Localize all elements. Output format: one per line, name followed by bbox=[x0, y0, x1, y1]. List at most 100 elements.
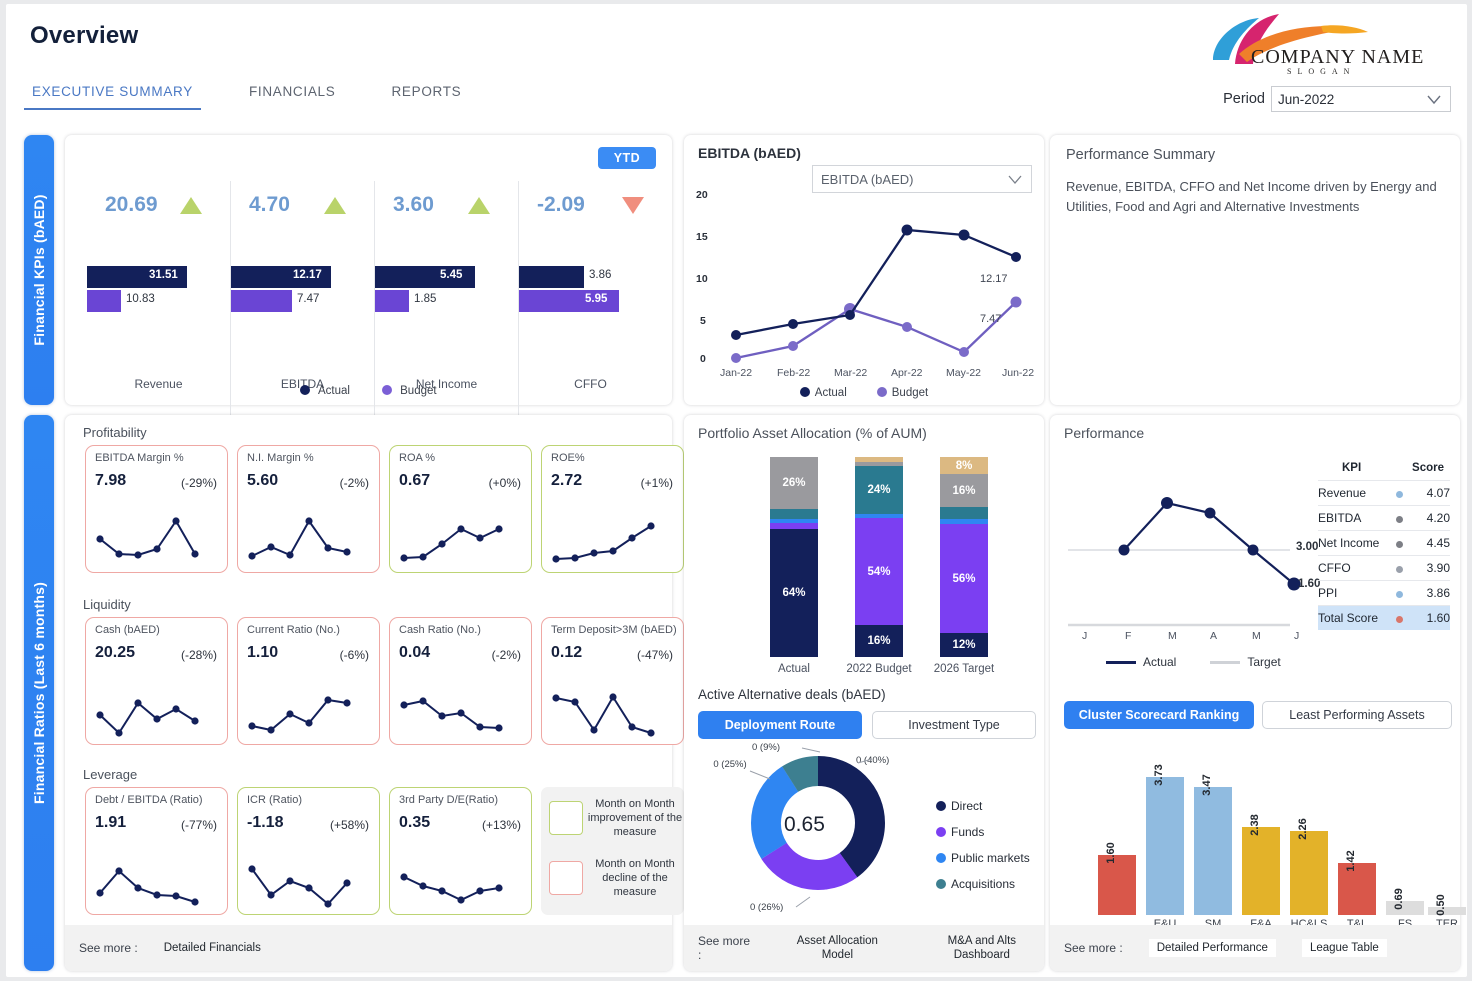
footer-right: See more : Detailed Performance League T… bbox=[1050, 925, 1460, 971]
row-kpi: Net Income bbox=[1318, 536, 1380, 550]
score-dot-icon bbox=[1395, 566, 1403, 573]
tile-delta: (+1%) bbox=[640, 476, 673, 490]
performance-summary-card: Performance Summary Revenue, EBITDA, CFF… bbox=[1050, 135, 1460, 405]
tile-value: 0.04 bbox=[399, 644, 431, 661]
alt-deals-title: Active Alternative deals (bAED) bbox=[698, 687, 886, 702]
sparkline bbox=[400, 873, 503, 904]
trend-up-icon bbox=[324, 197, 346, 214]
table-row[interactable]: Revenue 4.07 bbox=[1318, 480, 1450, 505]
row-score: 3.90 bbox=[1426, 561, 1450, 575]
ebitda-ytick-20: 20 bbox=[696, 189, 708, 201]
tile-value: 0.67 bbox=[399, 472, 431, 489]
tile-cash-ratio[interactable]: Cash Ratio (No.) 0.04 (-2%) bbox=[389, 617, 532, 745]
score-dot-icon bbox=[1395, 491, 1403, 498]
table-row[interactable]: EBITDA 4.20 bbox=[1318, 505, 1450, 530]
tile-ni-margin[interactable]: N.I. Margin % 5.60 (-2%) bbox=[237, 445, 380, 573]
performance-title: Performance bbox=[1064, 425, 1145, 441]
segment: 56% bbox=[940, 524, 988, 633]
toggle-least-performing[interactable]: Least Performing Assets bbox=[1262, 701, 1452, 729]
link-detailed-performance[interactable]: Detailed Performance bbox=[1148, 939, 1276, 957]
performance-xtick-5: J bbox=[1294, 630, 1300, 642]
link-league-table[interactable]: League Table bbox=[1301, 939, 1387, 957]
tile-delta: (+0%) bbox=[488, 476, 521, 490]
link-detailed-financials[interactable]: Detailed Financials bbox=[164, 941, 261, 955]
tile-title: 3rd Party D/E(Ratio) bbox=[399, 794, 499, 806]
tile-debt-ebitda[interactable]: Debt / EBITDA (Ratio) 1.91 (-77%) bbox=[85, 787, 228, 915]
tile-roa[interactable]: ROA % 0.67 (+0%) bbox=[389, 445, 532, 573]
tile-value: 1.91 bbox=[95, 814, 127, 831]
cluster-bar: 3.73 E&U bbox=[1146, 764, 1184, 930]
score-dot-icon bbox=[1395, 591, 1403, 598]
tile-cash[interactable]: Cash (bAED) 20.25 (-28%) bbox=[85, 617, 228, 745]
kpi-budget-value: 1.85 bbox=[414, 293, 437, 305]
table-row[interactable]: Net Income 4.45 bbox=[1318, 530, 1450, 555]
legend-actual: Actual bbox=[799, 387, 847, 399]
tile-current-ratio[interactable]: Current Ratio (No.) 1.10 (-6%) bbox=[237, 617, 380, 745]
link-ma-alts-dashboard[interactable]: M&A and Alts Dashboard bbox=[920, 934, 1044, 962]
company-logo: COMPANY NAME SLOGAN bbox=[1203, 12, 1451, 78]
section-profitability-title: Profitability bbox=[83, 425, 147, 440]
ytd-badge[interactable]: YTD bbox=[597, 147, 656, 169]
table-row[interactable]: CFFO 3.90 bbox=[1318, 555, 1450, 580]
section-leverage-title: Leverage bbox=[83, 767, 138, 782]
donut-label-public-markets: 0 (25%) bbox=[713, 759, 747, 770]
tile-title: EBITDA Margin % bbox=[95, 452, 184, 464]
kpi-budget-value: 5.95 bbox=[585, 293, 608, 305]
row-score: 3.86 bbox=[1426, 586, 1450, 600]
row-dot bbox=[1388, 561, 1411, 575]
rail-financial-kpis-label: Financial KPIs (bAED) bbox=[31, 194, 47, 346]
kpi-budget-bar bbox=[231, 290, 292, 312]
ebitda-legend: Actual Budget bbox=[684, 387, 1044, 399]
ebitda-ytick-0: 0 bbox=[700, 353, 706, 365]
legend-budget-label: Budget bbox=[891, 387, 929, 399]
tile-title: Cash Ratio (No.) bbox=[399, 624, 481, 636]
sparkline bbox=[96, 699, 199, 737]
segment: 8% bbox=[940, 457, 988, 474]
table-row[interactable]: PPI 3.86 bbox=[1318, 580, 1450, 605]
tile-value: 2.72 bbox=[551, 472, 583, 489]
tab-reports[interactable]: REPORTS bbox=[383, 80, 469, 110]
row-score: 1.60 bbox=[1426, 611, 1450, 625]
tile-term-deposit[interactable]: Term Deposit>3M (bAED) 0.12 (-47%) bbox=[541, 617, 684, 745]
table-header-row: KPI Score bbox=[1318, 455, 1450, 480]
cluster-bar-value: 0.50 bbox=[1435, 894, 1447, 916]
kpi-revenue: 20.69 31.51 10.83 Revenue bbox=[87, 181, 231, 416]
table-header-kpi: KPI bbox=[1342, 461, 1362, 474]
kpi-value: -2.09 bbox=[537, 193, 585, 216]
tile-roe[interactable]: ROE% 2.72 (+1%) bbox=[541, 445, 684, 573]
stack-label-2022-budget: 2022 Budget bbox=[846, 663, 912, 675]
link-asset-allocation-model[interactable]: Asset Allocation Model bbox=[781, 934, 894, 962]
period-dropdown[interactable]: Jun-2022 bbox=[1271, 86, 1451, 112]
toggle-deployment-route[interactable]: Deployment Route bbox=[698, 711, 862, 739]
stack-label-2026-target: 2026 Target bbox=[933, 663, 995, 675]
tile-delta: (-47%) bbox=[636, 648, 673, 662]
donut-legend-label: Acquisitions bbox=[951, 877, 1016, 891]
tile-delta: (-77%) bbox=[180, 818, 217, 832]
chevron-down-icon bbox=[1008, 175, 1022, 184]
ebitda-budget-end-label: 7.47 bbox=[980, 313, 1002, 325]
score-dot-icon bbox=[1395, 616, 1403, 623]
table-row-total[interactable]: Total Score 1.60 bbox=[1318, 605, 1450, 630]
toggle-investment-type[interactable]: Investment Type bbox=[872, 711, 1036, 739]
logo-slogan: SLOGAN bbox=[1287, 67, 1356, 76]
tile-ebitda-margin[interactable]: EBITDA Margin % 7.98 (-29%) bbox=[85, 445, 228, 573]
tile-third-party-de[interactable]: 3rd Party D/E(Ratio) 0.35 (+13%) bbox=[389, 787, 532, 915]
donut-label-funds: 0 (26%) bbox=[750, 902, 784, 913]
ebitda-xtick-2: Mar-22 bbox=[834, 367, 868, 379]
performance-xtick-3: A bbox=[1210, 630, 1218, 642]
toggle-cluster-scorecard[interactable]: Cluster Scorecard Ranking bbox=[1064, 701, 1254, 729]
row-kpi: Revenue bbox=[1318, 486, 1367, 500]
tab-executive-summary[interactable]: EXECUTIVE SUMMARY bbox=[24, 80, 201, 110]
period-selector[interactable]: Period Jun-2022 bbox=[1223, 86, 1451, 112]
kpi-actual-value: 3.86 bbox=[589, 269, 612, 281]
tab-financials[interactable]: FINANCIALS bbox=[241, 80, 344, 110]
sparkline bbox=[248, 517, 351, 560]
segment: 64% bbox=[770, 529, 818, 657]
segment-label: 16% bbox=[952, 484, 976, 497]
tile-title: Cash (bAED) bbox=[95, 624, 160, 636]
row-dot bbox=[1388, 586, 1411, 600]
ebitda-metric-value: EBITDA (bAED) bbox=[821, 171, 914, 187]
tile-icr[interactable]: ICR (Ratio) -1.18 (+58%) bbox=[237, 787, 380, 915]
kpi-actual-value: 5.45 bbox=[440, 269, 463, 281]
kpi-actual-bar bbox=[519, 266, 584, 288]
